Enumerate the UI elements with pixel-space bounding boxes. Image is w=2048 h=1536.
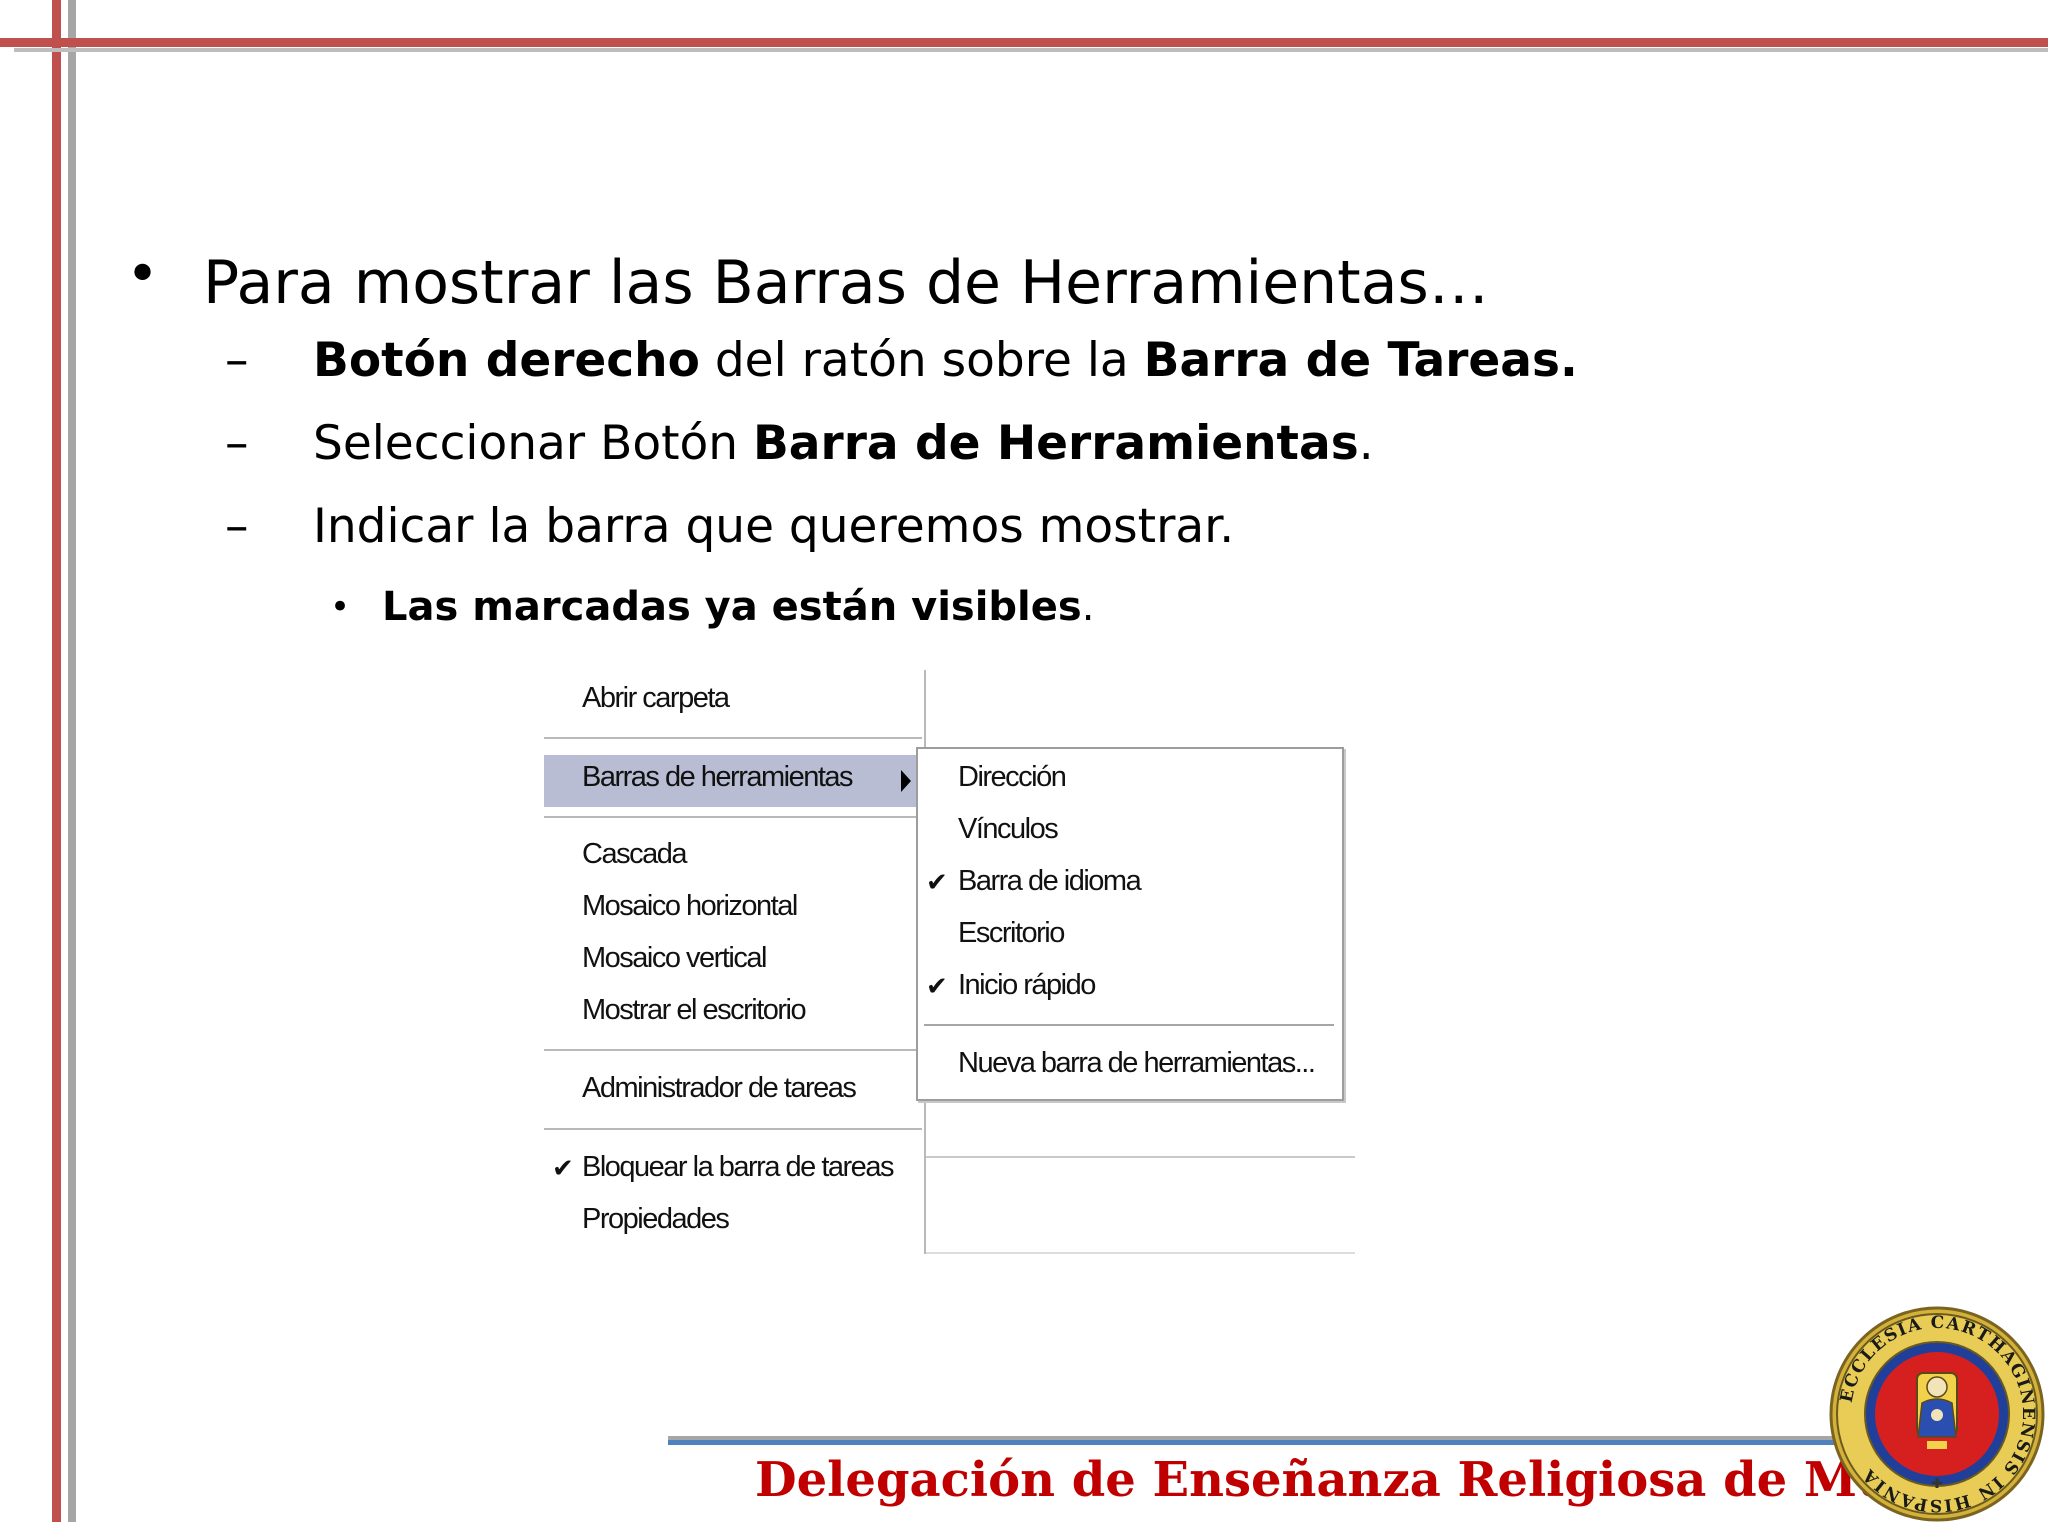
bullet-dash: – <box>225 416 249 471</box>
context-menu-screenshot: Abrir carpeta Barras de herramientas Cas… <box>540 670 1355 1254</box>
bullet-text: Para mostrar las Barras de Herramientas… <box>203 248 1489 318</box>
frame-vertical-gray-line <box>68 0 76 1522</box>
submenu-item-direccion[interactable]: Dirección <box>958 761 1067 794</box>
menu-item-mostrar-escritorio[interactable]: Mostrar el escritorio <box>582 994 807 1027</box>
bullet-text: Las marcadas ya están visibles. <box>382 582 1094 632</box>
menu-item-mosaico-horizontal[interactable]: Mosaico horizontal <box>582 890 798 923</box>
bullet-dash: – <box>225 499 249 554</box>
diocese-seal-logo: ECCLESIA CARTHAGINENSIS IN HISPANIA <box>1829 1306 2045 1522</box>
checkmark-icon: ✔ <box>926 868 948 898</box>
menu-item-abrir-carpeta[interactable]: Abrir carpeta <box>582 682 730 715</box>
menu-separator <box>544 816 922 818</box>
plain-text: . <box>1081 584 1095 630</box>
bold-text: Las marcadas ya están visibles <box>382 584 1082 630</box>
menu-item-cascada[interactable]: Cascada <box>582 838 687 871</box>
checkmark-icon: ✔ <box>552 1154 574 1184</box>
plain-text: Seleccionar Botón <box>313 416 753 471</box>
submenu-arrow-icon <box>901 770 911 792</box>
bullet-dash: – <box>225 333 249 388</box>
menu-item-bloquear-barra[interactable]: Bloquear la barra de tareas <box>582 1151 894 1184</box>
submenu-item-escritorio[interactable]: Escritorio <box>958 917 1065 950</box>
bullet-text: Indicar la barra que queremos mostrar. <box>313 499 1235 554</box>
submenu-item-barra-idioma[interactable]: Barra de idioma <box>958 865 1142 898</box>
toolbars-submenu: Dirección Vínculos ✔ Barra de idioma Esc… <box>916 747 1344 1101</box>
bullet-dot: • <box>126 242 160 307</box>
submenu-item-nueva-barra[interactable]: Nueva barra de herramientas... <box>958 1047 1316 1080</box>
frame-horizontal-red-line <box>0 38 2048 47</box>
footer-line-blue <box>668 1440 1838 1445</box>
menu-separator <box>544 1128 922 1130</box>
menu-separator <box>544 1049 922 1051</box>
frame-vertical-red-line <box>52 0 61 1522</box>
submenu-item-inicio-rapido[interactable]: Inicio rápido <box>958 969 1096 1002</box>
frame-horizontal-gray-line <box>14 48 2048 52</box>
menu-item-administrador-tareas[interactable]: Administrador de tareas <box>582 1072 857 1105</box>
plain-text: del ratón sobre la <box>699 333 1144 388</box>
bold-text: Botón derecho <box>313 333 700 388</box>
menu-item-barras-de-herramientas[interactable]: Barras de herramientas <box>582 761 854 794</box>
bold-text: Barra de Herramientas <box>752 416 1359 471</box>
plain-text: . <box>1358 416 1374 471</box>
bullet-text: Botón derecho del ratón sobre la Barra d… <box>313 333 1578 389</box>
background-line <box>926 1252 1355 1254</box>
bullet-dot: • <box>330 587 351 627</box>
checkmark-icon: ✔ <box>926 972 948 1002</box>
submenu-item-vinculos[interactable]: Vínculos <box>958 813 1059 846</box>
bold-text: Barra de Tareas. <box>1143 333 1578 388</box>
menu-item-mosaico-vertical[interactable]: Mosaico vertical <box>582 942 767 975</box>
background-line <box>926 1156 1355 1158</box>
taskbar-context-menu: Abrir carpeta Barras de herramientas Cas… <box>544 670 924 1254</box>
bullet-text: Seleccionar Botón Barra de Herramientas. <box>313 416 1374 472</box>
footer-title: Delegación de Enseñanza Religiosa de Mur… <box>755 1452 1996 1508</box>
menu-item-propiedades[interactable]: Propiedades <box>582 1203 730 1236</box>
menu-separator <box>924 1024 1334 1026</box>
menu-separator <box>544 737 922 739</box>
